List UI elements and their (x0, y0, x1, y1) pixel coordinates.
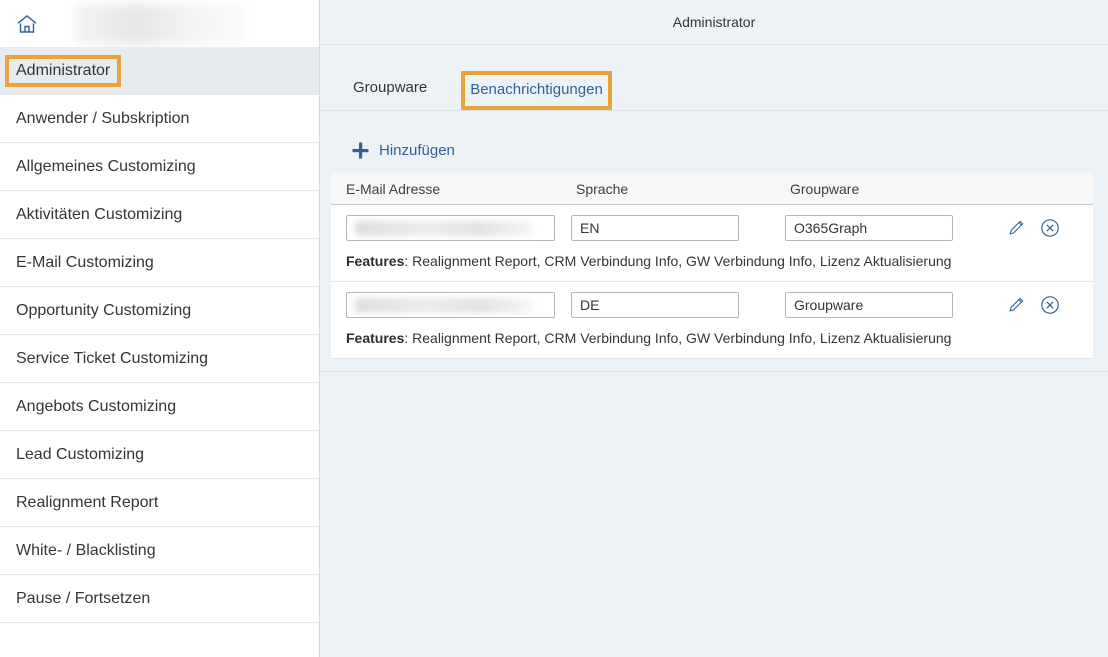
sidebar-item-label: Opportunity Customizing (16, 302, 191, 320)
add-button[interactable]: Hinzufügen (351, 141, 1108, 160)
home-icon[interactable] (14, 11, 40, 37)
sidebar-item-lead-customizing[interactable]: Lead Customizing (0, 431, 319, 479)
column-header-sprache: Sprache (571, 181, 785, 197)
table-row: Features: Realignment Report, CRM Verbin… (331, 205, 1093, 282)
main-area: Administrator Groupware Benachrichtigung… (320, 0, 1108, 657)
sidebar-item-allgemeines-customizing[interactable]: Allgemeines Customizing (0, 143, 319, 191)
sidebar-item-label: Lead Customizing (16, 446, 144, 464)
email-input-redacted[interactable] (346, 292, 555, 318)
sidebar-item-label: White- / Blacklisting (16, 542, 156, 560)
sidebar-item-anwender-subskription[interactable]: Anwender / Subskription (0, 95, 319, 143)
sidebar-item-label: Pause / Fortsetzen (16, 590, 150, 608)
tab-benachrichtigungen[interactable]: Benachrichtigungen (470, 81, 603, 98)
features-text: Features: Realignment Report, CRM Verbin… (331, 253, 1093, 269)
row-actions (1005, 217, 1061, 239)
sidebar-item-white-blacklisting[interactable]: White- / Blacklisting (0, 527, 319, 575)
redacted-email-value (355, 221, 533, 236)
sidebar-item-label: Allgemeines Customizing (16, 158, 196, 176)
tab-groupware[interactable]: Groupware (353, 79, 427, 110)
add-button-label: Hinzufügen (379, 142, 455, 159)
annotation-highlight-box: Administrator (5, 55, 121, 87)
sidebar-item-label: E-Mail Customizing (16, 254, 154, 272)
plus-icon (351, 141, 370, 160)
sidebar-item-email-customizing[interactable]: E-Mail Customizing (0, 239, 319, 287)
sprache-input[interactable] (571, 215, 739, 241)
row-fields (331, 292, 1093, 318)
sidebar-item-realignment-report[interactable]: Realignment Report (0, 479, 319, 527)
section-divider (320, 371, 1108, 372)
sidebar-item-label: Angebots Customizing (16, 398, 176, 416)
features-value: : Realignment Report, CRM Verbindung Inf… (404, 330, 951, 346)
redacted-logo (74, 4, 246, 44)
sidebar-item-angebots-customizing[interactable]: Angebots Customizing (0, 383, 319, 431)
email-input-redacted[interactable] (346, 215, 555, 241)
annotation-highlight-box: Benachrichtigungen (461, 71, 612, 110)
features-text: Features: Realignment Report, CRM Verbin… (331, 330, 1093, 346)
tab-content: Hinzufügen E-Mail Adresse Sprache Groupw… (320, 111, 1108, 657)
edit-pencil-icon[interactable] (1005, 294, 1027, 316)
sidebar-item-label: Realignment Report (16, 494, 158, 512)
row-actions (1005, 294, 1061, 316)
sprache-input[interactable] (571, 292, 739, 318)
row-fields (331, 215, 1093, 241)
edit-pencil-icon[interactable] (1005, 217, 1027, 239)
features-label: Features (346, 330, 404, 346)
redacted-email-value (355, 298, 533, 313)
features-value: : Realignment Report, CRM Verbindung Inf… (404, 253, 951, 269)
sidebar-item-label: Service Ticket Customizing (16, 350, 208, 368)
sidebar-item-aktivitaeten-customizing[interactable]: Aktivitäten Customizing (0, 191, 319, 239)
page-title: Administrator (673, 14, 755, 30)
sidebar-item-administrator[interactable]: Administrator (0, 47, 319, 95)
tab-bar: Groupware Benachrichtigungen (320, 45, 1108, 111)
app-window: Administrator Anwender / Subskription Al… (0, 0, 1108, 657)
sidebar-item-label: Administrator (16, 62, 110, 79)
sidebar: Administrator Anwender / Subskription Al… (0, 0, 320, 657)
table-row: Features: Realignment Report, CRM Verbin… (331, 282, 1093, 359)
page-header: Administrator (320, 0, 1108, 45)
sidebar-item-opportunity-customizing[interactable]: Opportunity Customizing (0, 287, 319, 335)
sidebar-header (0, 0, 319, 47)
notifications-table: E-Mail Adresse Sprache Groupware (331, 173, 1093, 359)
sidebar-item-service-ticket-customizing[interactable]: Service Ticket Customizing (0, 335, 319, 383)
delete-x-circle-icon[interactable] (1039, 294, 1061, 316)
groupware-input[interactable] (785, 292, 953, 318)
delete-x-circle-icon[interactable] (1039, 217, 1061, 239)
column-header-groupware: Groupware (785, 181, 1093, 197)
sidebar-item-label: Aktivitäten Customizing (16, 206, 182, 224)
sidebar-item-label: Anwender / Subskription (16, 110, 189, 128)
sidebar-item-pause-fortsetzen[interactable]: Pause / Fortsetzen (0, 575, 319, 623)
table-header-row: E-Mail Adresse Sprache Groupware (331, 173, 1093, 205)
groupware-input[interactable] (785, 215, 953, 241)
features-label: Features (346, 253, 404, 269)
column-header-email: E-Mail Adresse (346, 181, 571, 197)
